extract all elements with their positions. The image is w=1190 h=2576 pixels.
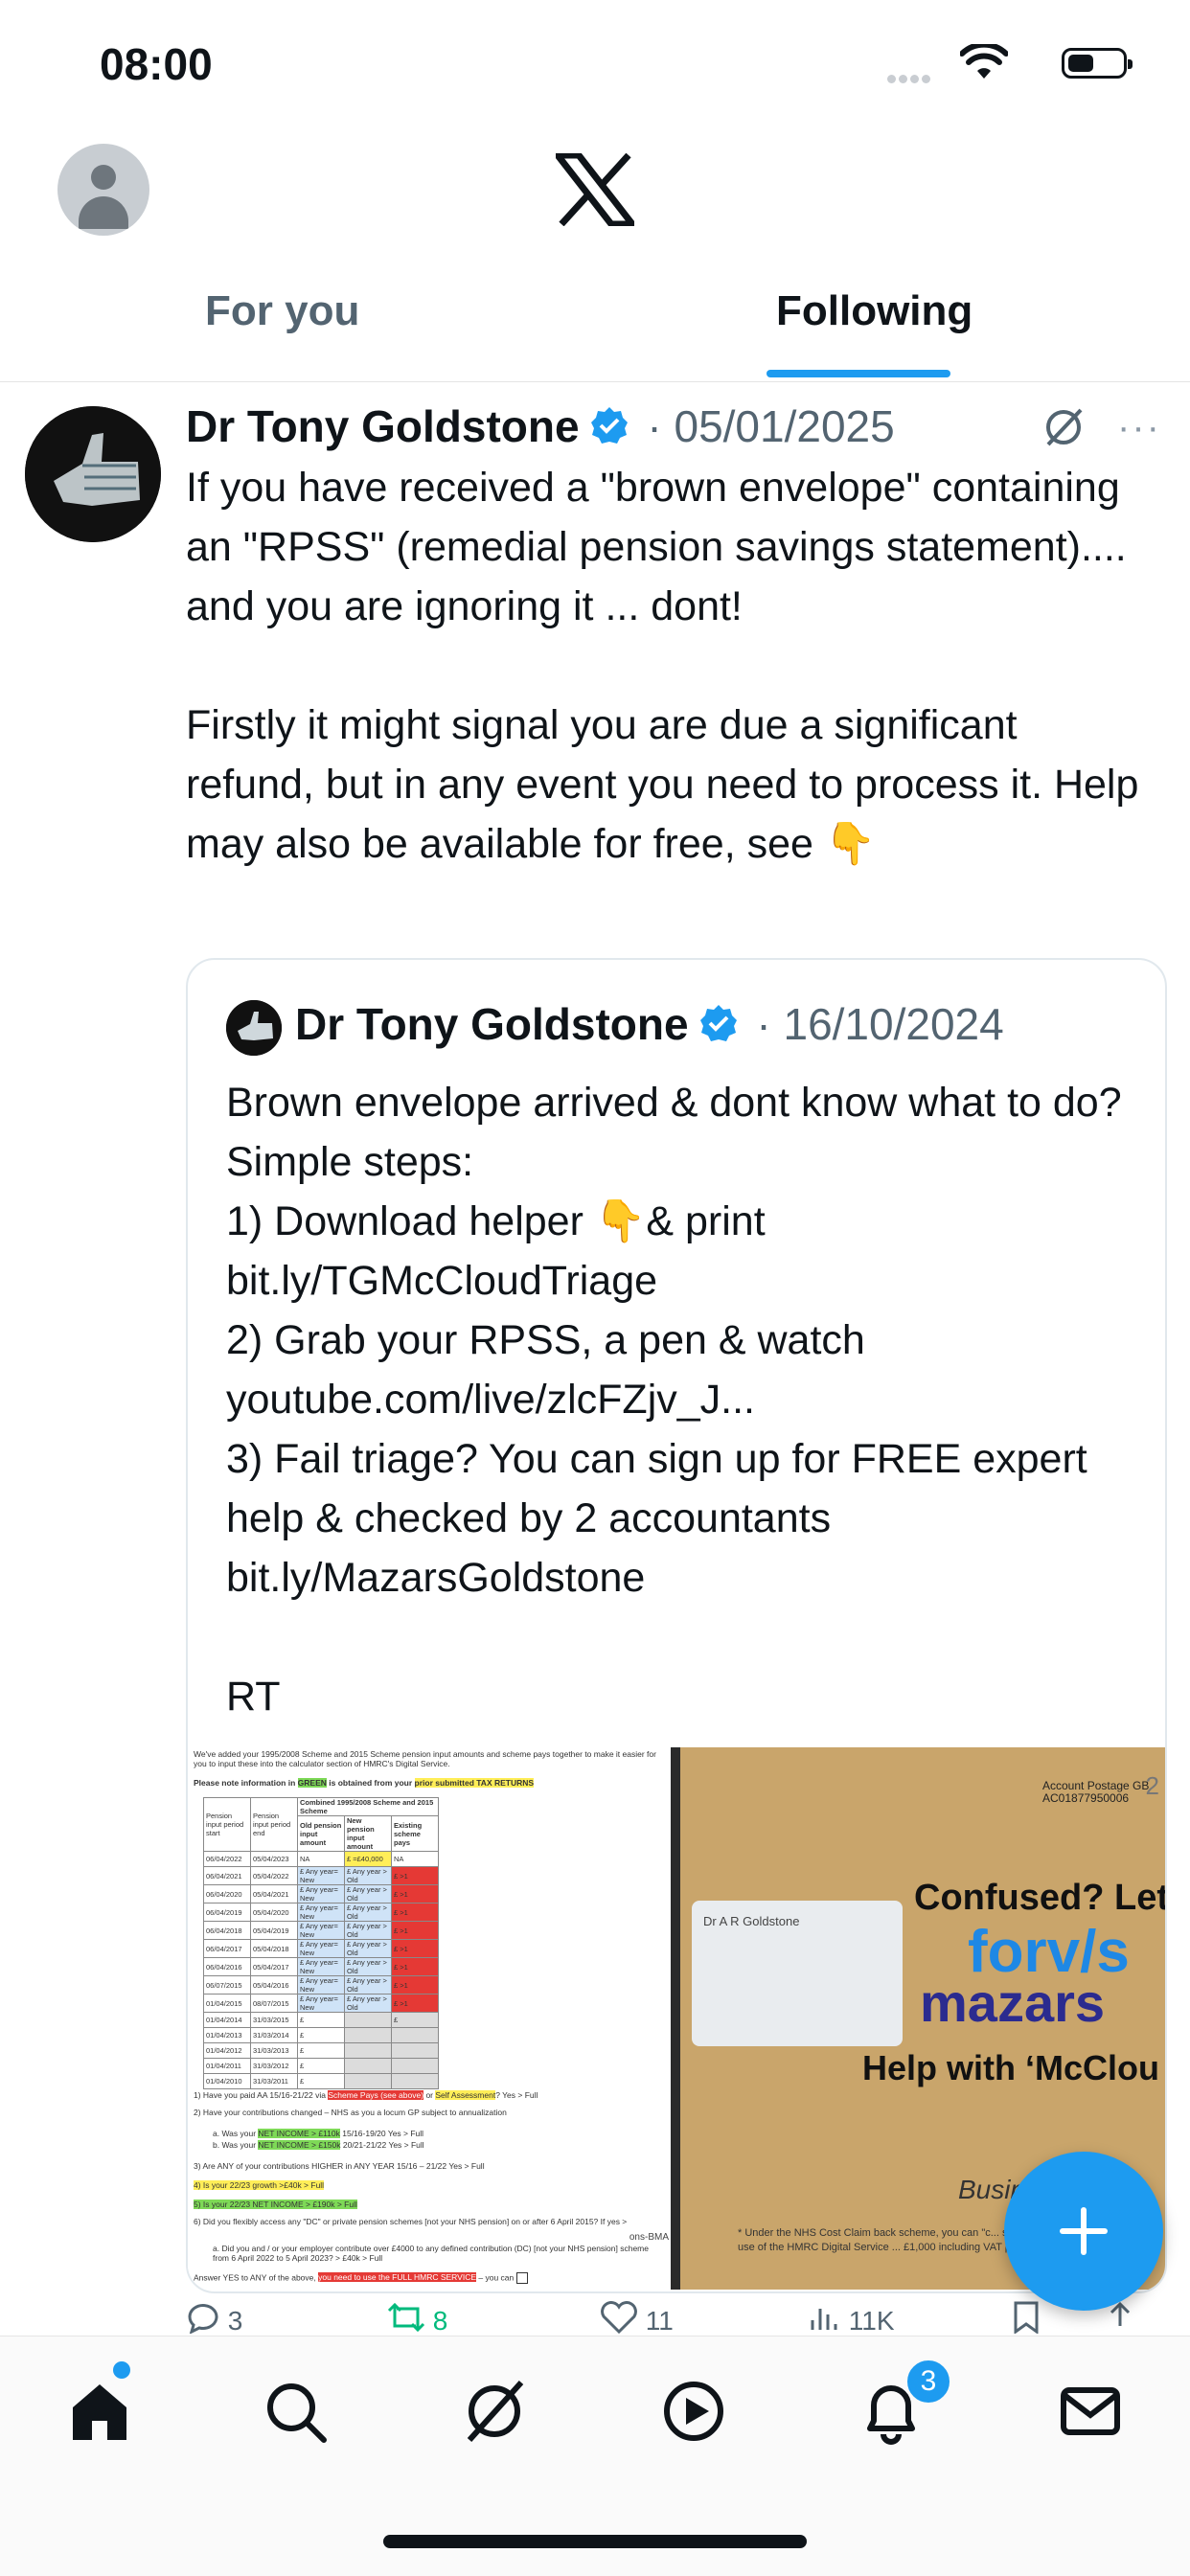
compose-post-button[interactable] xyxy=(1004,2152,1163,2311)
search-icon[interactable] xyxy=(257,2373,333,2450)
author-name[interactable]: Dr Tony Goldstone xyxy=(186,401,580,451)
reply-button[interactable]: 3 xyxy=(186,2301,242,2337)
doc-table-row: 06/04/2017 05/04/2018 £ Any year= New £ Any… xyxy=(203,1939,439,1958)
doc-table-row: 01/04/2012 31/03/2013 £ xyxy=(203,2042,439,2059)
reply-count: 3 xyxy=(227,2306,243,2336)
views-button[interactable]: 11K xyxy=(809,2301,895,2337)
doc-note: Please note information in GREEN is obta… xyxy=(194,1778,535,1788)
more-options-icon[interactable]: ··· xyxy=(1117,406,1161,449)
tweet-header: Dr Tony Goldstone · 05/01/2025 xyxy=(186,400,895,456)
doc-q5: 5) Is your 22/23 NET INCOME > £190k > Fu… xyxy=(194,2200,357,2209)
doc-side-text: ons-BMA xyxy=(629,2232,669,2243)
home-unread-dot xyxy=(113,2361,130,2379)
doc-q2b: b. Was your NET INCOME > £150k 20/21-21/… xyxy=(213,2140,424,2150)
tweet-date[interactable]: 05/01/2025 xyxy=(674,401,894,451)
doc-answer: Answer YES to ANY of the above, you need… xyxy=(194,2272,661,2284)
doc-q4: 4) Is your 22/23 growth >£40k > Full xyxy=(194,2180,325,2190)
doc-table-row: 01/04/2011 31/03/2012 £ xyxy=(203,2058,439,2074)
envelope-postage-class: 2 xyxy=(1145,1771,1159,1800)
envelope-headline: Confused? Let xyxy=(914,1878,1165,1918)
home-icon[interactable] xyxy=(61,2373,138,2450)
x-logo-icon[interactable] xyxy=(556,153,634,226)
mazars-logo: mazars xyxy=(920,1972,1106,2033)
doc-q3: 3) Are ANY of your contributions HIGHER … xyxy=(194,2161,485,2171)
doc-table-row: 06/04/2019 05/04/2020 £ Any year= New £ Any… xyxy=(203,1903,439,1922)
envelope-help-line: Help with ‘McClou xyxy=(862,2048,1159,2087)
quote-date: 16/10/2024 xyxy=(783,999,1004,1049)
doc-table-row: 01/04/2015 08/07/2015 £ Any year= New £ Any… xyxy=(203,1994,439,2013)
quote-author-name: Dr Tony Goldstone xyxy=(295,999,689,1049)
doc-table-row: 06/04/2018 05/04/2019 £ Any year= New £ Any… xyxy=(203,1921,439,1940)
tweet-actions: 3 8 11 11K xyxy=(186,2301,1144,2336)
doc-q6a: a. Did you and / or your employer contri… xyxy=(213,2244,649,2263)
cellular-signal-icon xyxy=(887,71,933,88)
bookmark-icon[interactable] xyxy=(1012,2301,1041,2340)
doc-q2: 2) Have your contributions changed – NHS… xyxy=(194,2108,507,2117)
grok-icon[interactable] xyxy=(456,2373,533,2450)
tab-following[interactable]: Following xyxy=(776,287,973,335)
timeline-header: For you Following xyxy=(0,134,1190,382)
like-button[interactable]: 11 xyxy=(600,2301,674,2337)
quote-text: Brown envelope arrived & dont know what … xyxy=(226,1080,1122,1720)
status-time: 08:00 xyxy=(100,39,213,89)
verified-badge-icon xyxy=(589,404,629,456)
doc-table-row: 01/04/2014 31/03/2015 £ £ xyxy=(203,2012,439,2028)
quote-author-avatar xyxy=(226,1000,282,1056)
tab-selected-indicator xyxy=(767,370,950,377)
author-avatar[interactable] xyxy=(25,406,161,542)
tab-for-you[interactable]: For you xyxy=(205,287,359,335)
doc-table-grid: Pension input period start Pension input … xyxy=(203,1797,439,2089)
share-icon[interactable] xyxy=(1106,2301,1134,2340)
doc-table-row: 06/04/2021 05/04/2022 £ Any year= New £ Any… xyxy=(203,1866,439,1885)
doc-intro: We've added your 1995/2008 Scheme and 20… xyxy=(194,1749,656,1768)
repost-count: 8 xyxy=(432,2306,448,2336)
battery-icon xyxy=(1062,48,1133,79)
grok-icon[interactable] xyxy=(1042,406,1085,448)
doc-table-row: 01/04/2010 31/03/2011 £ xyxy=(203,2073,439,2089)
envelope-postage: Account Postage GB AC01877950006 2 xyxy=(1042,1771,1159,1805)
video-icon[interactable] xyxy=(655,2373,732,2450)
doc-table-row: 06/07/2015 05/04/2016 £ Any year= New £ Any… xyxy=(203,1975,439,1995)
wifi-icon xyxy=(960,44,1008,79)
profile-avatar[interactable] xyxy=(57,144,149,236)
doc-q6: 6) Did you flexibly access any "DC" or p… xyxy=(194,2217,628,2226)
like-count: 11 xyxy=(645,2306,674,2336)
doc-q2a: a. Was your NET INCOME > £110k 15/16-19/… xyxy=(213,2129,424,2138)
doc-table-row: 06/04/2020 05/04/2021 £ Any year= New £ Any… xyxy=(203,1884,439,1904)
doc-table-row: 01/04/2013 31/03/2014 £ xyxy=(203,2027,439,2043)
quote-header: Dr Tony Goldstone · 16/10/2024 xyxy=(295,998,1004,1054)
verified-badge-icon xyxy=(698,1002,739,1054)
tweet-text: If you have received a "brown envelope" … xyxy=(186,465,1139,867)
quote-tweet[interactable]: Dr Tony Goldstone · 16/10/2024 Brown env… xyxy=(186,958,1167,2293)
doc-table-row: 06/04/2016 05/04/2017 £ Any year= New £ Any… xyxy=(203,1957,439,1976)
doc-q1: 1) Have you paid AA 15/16-21/22 via Sche… xyxy=(194,2090,538,2100)
envelope-addressee: Dr A R Goldstone xyxy=(703,1914,800,1928)
doc-table-row: 06/04/2022 05/04/2023 NA £ =£40,000 NA xyxy=(203,1851,439,1867)
triage-document-image[interactable]: We've added your 1995/2008 Scheme and 20… xyxy=(188,1747,684,2290)
home-indicator xyxy=(383,2535,807,2548)
status-bar: 08:00 xyxy=(0,0,1190,134)
messages-icon[interactable] xyxy=(1052,2373,1129,2450)
repost-button[interactable]: 8 xyxy=(387,2301,447,2337)
views-count: 11K xyxy=(848,2306,895,2336)
notifications-badge: 3 xyxy=(904,2358,952,2405)
